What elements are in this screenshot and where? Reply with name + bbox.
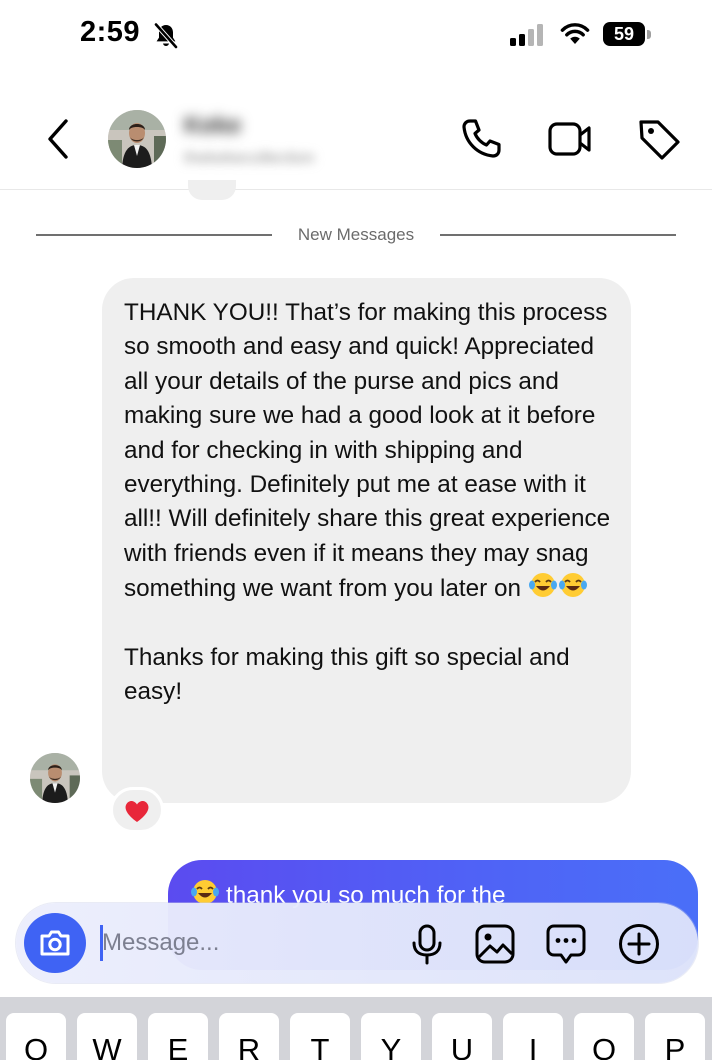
- tag-icon[interactable]: [636, 116, 682, 162]
- key-t[interactable]: T: [290, 1013, 350, 1060]
- message-composer: [16, 903, 698, 983]
- bell-slash-icon: [154, 23, 178, 49]
- camera-button[interactable]: [24, 913, 86, 973]
- plus-circle-icon[interactable]: [618, 923, 660, 965]
- keyboard: Q W E R T Y U I O P: [0, 997, 712, 1060]
- divider-label: New Messages: [297, 225, 415, 244]
- face-with-tears-of-joy-icon: [191, 880, 219, 904]
- avatar-image: [30, 753, 80, 803]
- sender-avatar[interactable]: [30, 753, 80, 803]
- battery-icon: 59: [603, 22, 651, 46]
- contact-username: thekekecollection: [184, 148, 315, 167]
- phone-icon[interactable]: [458, 116, 504, 162]
- battery-level: 59: [603, 22, 645, 46]
- previous-message-reaction: [188, 180, 236, 200]
- battery-cap: [647, 30, 651, 39]
- key-r[interactable]: R: [219, 1013, 279, 1060]
- message-input[interactable]: [102, 919, 402, 967]
- cellular-signal-icon: [510, 24, 543, 46]
- message-paragraph-2: Thanks for making this gift so special a…: [124, 644, 577, 706]
- laughing-emoji-1: [528, 573, 558, 602]
- key-y[interactable]: Y: [361, 1013, 421, 1060]
- microphone-icon[interactable]: [406, 923, 448, 965]
- chat-bubble-icon[interactable]: [545, 923, 587, 965]
- new-messages-divider: New Messages: [36, 222, 676, 250]
- key-e[interactable]: E: [148, 1013, 208, 1060]
- avatar-image: [108, 110, 166, 168]
- status-bar: 2:59 59: [0, 0, 712, 70]
- laughing-emoji-2: [558, 573, 588, 602]
- incoming-message-bubble[interactable]: THANK YOU!! That’s for making this proce…: [102, 278, 631, 803]
- divider-line-left: [36, 234, 272, 236]
- face-with-tears-of-joy-icon: [558, 573, 587, 598]
- heart-reaction[interactable]: [110, 787, 164, 833]
- key-p[interactable]: P: [645, 1013, 705, 1060]
- chat-header: Keke thekekecollection: [0, 92, 712, 190]
- contact-name: Keke: [184, 112, 242, 139]
- gallery-icon[interactable]: [474, 923, 516, 965]
- status-time: 2:59: [80, 16, 141, 48]
- key-o[interactable]: O: [574, 1013, 634, 1060]
- incoming-message-text: THANK YOU!! That’s for making this proce…: [124, 296, 611, 710]
- message-paragraph-1: THANK YOU!! That’s for making this proce…: [124, 299, 617, 603]
- avatar[interactable]: [108, 110, 166, 168]
- camera-icon: [40, 930, 70, 956]
- divider-line-right: [440, 234, 676, 236]
- key-u[interactable]: U: [432, 1013, 492, 1060]
- wifi-icon: [560, 23, 590, 44]
- chevron-left-icon[interactable]: [40, 117, 76, 161]
- key-q[interactable]: Q: [6, 1013, 66, 1060]
- face-with-tears-of-joy-icon: [528, 573, 557, 598]
- heart-icon: [125, 801, 149, 822]
- dm-screen: 2:59 59 Keke thekekecollection New Messa…: [0, 0, 712, 1060]
- key-w[interactable]: W: [77, 1013, 137, 1060]
- key-i[interactable]: I: [503, 1013, 563, 1060]
- video-camera-icon[interactable]: [546, 116, 592, 162]
